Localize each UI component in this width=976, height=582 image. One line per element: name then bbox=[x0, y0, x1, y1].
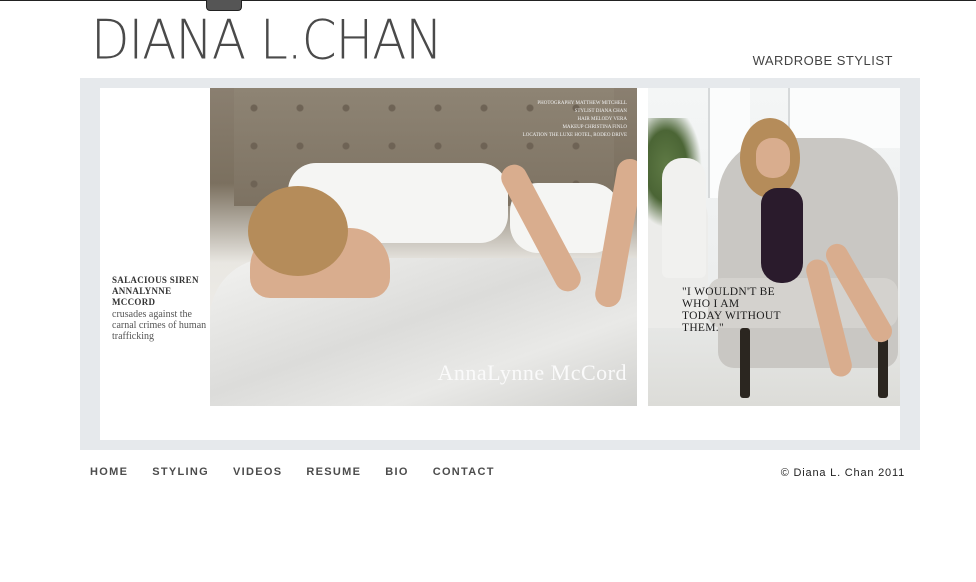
bed-photo: PHOTOGRAPHY MATTHEW MITCHELL STYLIST DIA… bbox=[210, 88, 637, 406]
chair-leg bbox=[740, 328, 750, 398]
nav-contact[interactable]: CONTACT bbox=[433, 466, 495, 478]
nav-videos[interactable]: VIDEOS bbox=[233, 466, 282, 478]
pull-quote: "I WOULDN'T BE WHO I AM TODAY WITHOUT TH… bbox=[682, 286, 781, 334]
nav-resume[interactable]: RESUME bbox=[306, 466, 361, 478]
caption-subtext: crusades against the carnal crimes of hu… bbox=[112, 309, 207, 342]
magazine-spread[interactable]: SALACIOUS SIREN ANNALYNNE MCCORD crusade… bbox=[100, 88, 900, 440]
article-caption: SALACIOUS SIREN ANNALYNNE MCCORD crusade… bbox=[112, 275, 212, 342]
vase bbox=[662, 158, 706, 278]
caption-headline: SALACIOUS SIREN ANNALYNNE MCCORD bbox=[112, 275, 199, 307]
chair-photo: "I WOULDN'T BE WHO I AM TODAY WITHOUT TH… bbox=[648, 88, 900, 406]
name-overlay: AnnaLynne McCord bbox=[437, 360, 627, 385]
top-border bbox=[0, 0, 976, 1]
model-face bbox=[756, 138, 790, 178]
photo-credits: PHOTOGRAPHY MATTHEW MITCHELL STYLIST DIA… bbox=[522, 101, 627, 138]
nav-bio[interactable]: BIO bbox=[385, 466, 408, 478]
nav-home[interactable]: HOME bbox=[90, 466, 128, 478]
model-dress bbox=[761, 188, 803, 283]
site-tagline: WARDROBE STYLIST bbox=[752, 53, 893, 68]
copyright-text: © Diana L. Chan 2011 bbox=[780, 467, 905, 479]
nav-styling[interactable]: STYLING bbox=[152, 466, 209, 478]
site-logo[interactable]: DIANA L.CHAN bbox=[91, 10, 443, 70]
main-nav: HOME STYLING VIDEOS RESUME BIO CONTACT bbox=[90, 466, 519, 478]
model-hair bbox=[248, 186, 348, 276]
